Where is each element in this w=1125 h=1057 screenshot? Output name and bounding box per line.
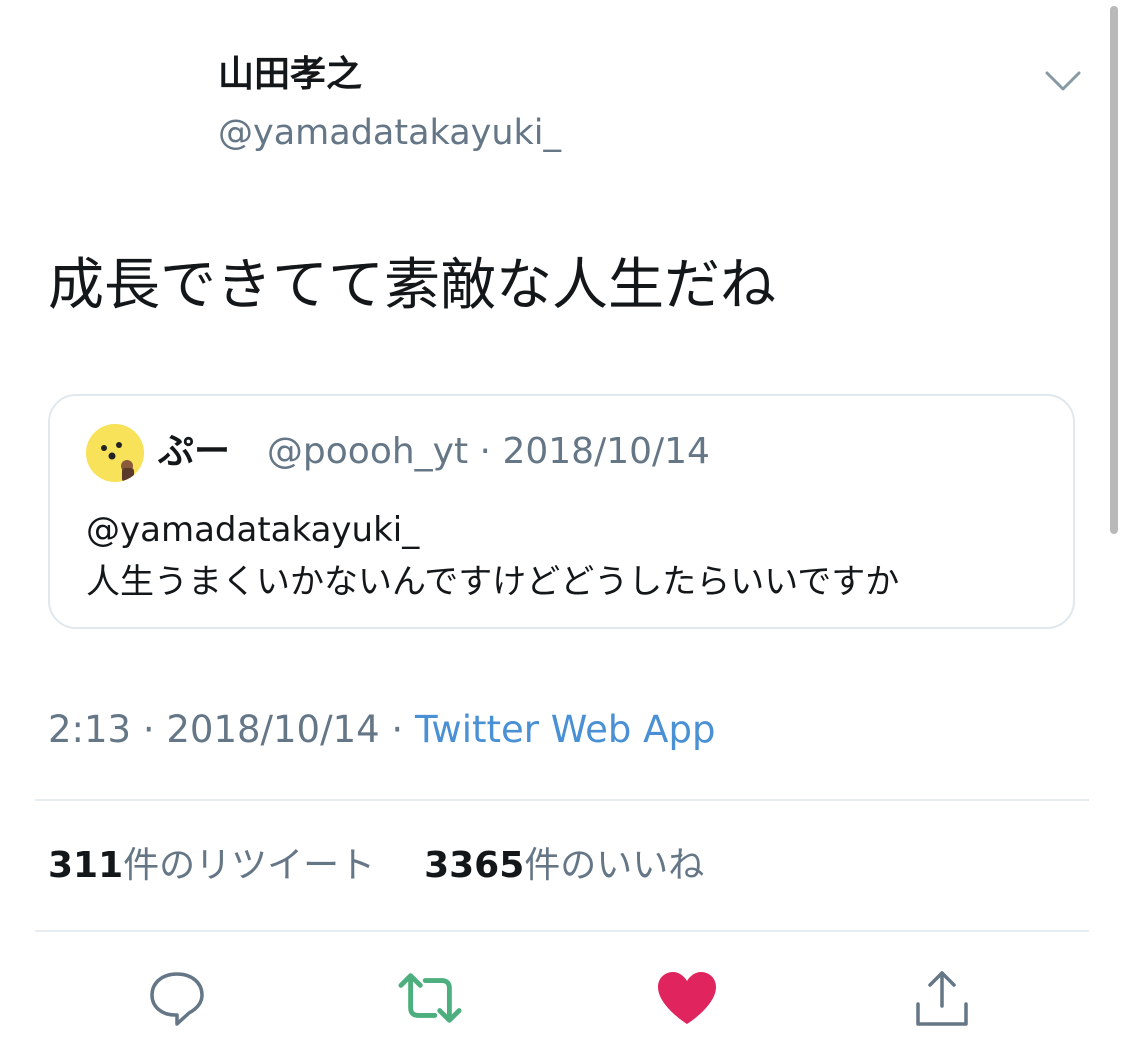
quoted-header: ぷー @poooh_yt · 2018/10/14 bbox=[158, 426, 710, 478]
tweet-text: 成長できてて素敵な人生だね bbox=[48, 253, 776, 318]
retweet-label: 件のリツイート bbox=[123, 845, 376, 886]
tweet-meta: 2:13 · 2018/10/14 · Twitter Web App bbox=[48, 704, 715, 756]
tweet-author[interactable]: 山田孝之 @yamadatakayuki_ bbox=[218, 50, 561, 156]
meta-separator: · bbox=[391, 708, 404, 751]
author-display-name[interactable]: 山田孝之 bbox=[218, 50, 561, 100]
quoted-separator: · bbox=[479, 431, 491, 472]
like-count: 3365 bbox=[424, 845, 525, 886]
tweet-time: 2:13 bbox=[48, 708, 132, 751]
scrollbar[interactable] bbox=[1110, 6, 1118, 534]
tweet-source-link[interactable]: Twitter Web App bbox=[415, 708, 715, 751]
quoted-avatar[interactable] bbox=[86, 424, 144, 482]
retweets-stat[interactable]: 311件のリツイート bbox=[48, 845, 375, 886]
quoted-tweet-card[interactable]: ぷー @poooh_yt · 2018/10/14 @yamadatakayuk… bbox=[48, 394, 1075, 629]
like-button[interactable] bbox=[655, 966, 719, 1030]
quoted-date: 2018/10/14 bbox=[502, 431, 710, 472]
quoted-handle[interactable]: @poooh_yt bbox=[267, 431, 468, 472]
tweet-date: 2018/10/14 bbox=[166, 708, 380, 751]
quoted-text: 人生うまくいかないんですけどどうしたらいいですか bbox=[86, 562, 900, 602]
divider bbox=[35, 799, 1089, 801]
divider bbox=[35, 930, 1089, 932]
heart-icon bbox=[658, 972, 716, 1024]
retweet-icon bbox=[398, 973, 462, 1023]
quoted-body: @yamadatakayuki_ 人生うまくいかないんですけどどうしたらいいです… bbox=[86, 504, 899, 608]
retweet-count: 311 bbox=[48, 845, 124, 886]
chevron-down-icon[interactable] bbox=[1044, 68, 1082, 94]
quoted-mention: @yamadatakayuki_ bbox=[86, 510, 420, 550]
reply-icon bbox=[150, 972, 204, 1026]
tweet-stats: 311件のリツイート 3365件のいいね bbox=[48, 840, 704, 892]
meta-separator: · bbox=[142, 708, 155, 751]
author-handle[interactable]: @yamadatakayuki_ bbox=[218, 110, 561, 156]
likes-stat[interactable]: 3365件のいいね bbox=[424, 845, 704, 886]
reply-button[interactable] bbox=[145, 966, 209, 1030]
retweet-button[interactable] bbox=[398, 966, 462, 1030]
share-button[interactable] bbox=[910, 966, 974, 1030]
quoted-display-name[interactable]: ぷー bbox=[158, 431, 230, 472]
share-icon bbox=[916, 971, 968, 1026]
like-label: 件のいいね bbox=[524, 845, 705, 886]
